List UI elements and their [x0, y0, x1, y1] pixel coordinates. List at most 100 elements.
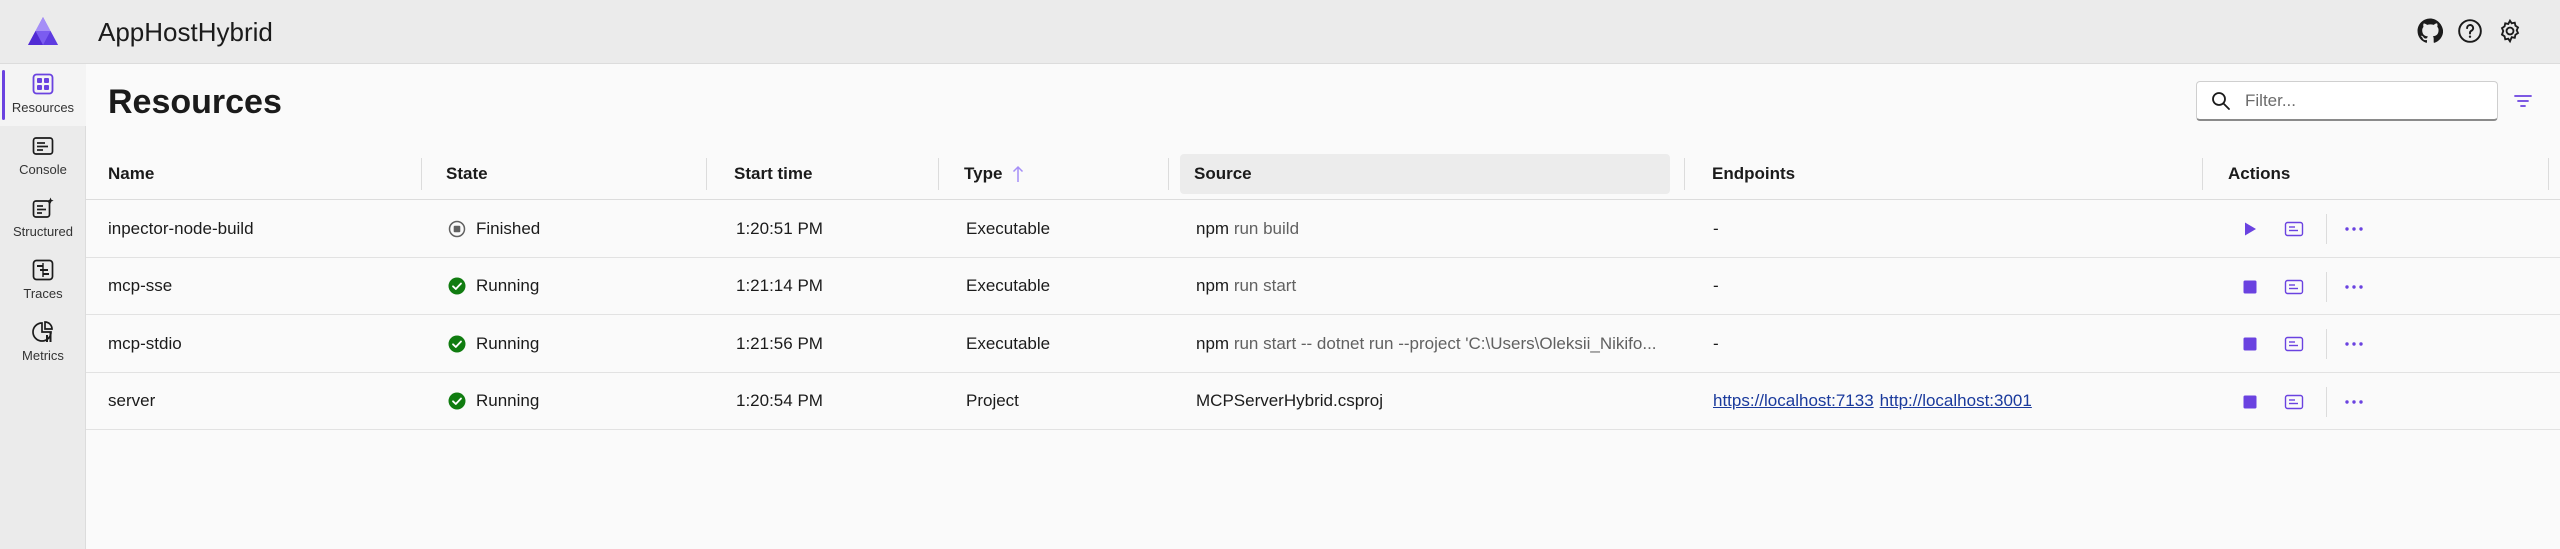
column-resize-handle[interactable] — [2548, 158, 2549, 190]
table-row[interactable]: inpector-node-build Finished 1:20:51 PM … — [86, 200, 2560, 258]
source-command: npm — [1196, 276, 1230, 295]
resources-grid-icon — [29, 70, 57, 98]
console-logs-button[interactable] — [2282, 275, 2306, 299]
column-resize-handle[interactable] — [1168, 158, 1169, 190]
running-check-icon — [448, 392, 466, 410]
source-args: run start -- dotnet run --project 'C:\Us… — [1233, 333, 1657, 353]
column-resize-handle[interactable] — [1684, 158, 1685, 190]
state-label: Running — [476, 391, 540, 410]
start-time: 1:20:51 PM — [736, 218, 823, 238]
column-header-source[interactable]: Source — [1180, 154, 1670, 194]
settings-gear-icon[interactable] — [2495, 16, 2525, 46]
column-resize-handle[interactable] — [2202, 158, 2203, 190]
traces-icon — [29, 256, 57, 284]
sidebar-item-label: Metrics — [22, 348, 64, 363]
action-divider — [2326, 271, 2327, 302]
source-cell: npm run start — [1196, 258, 1672, 315]
main-content: Resources Name State Start time Type Sou… — [86, 64, 2560, 549]
console-logs-button[interactable] — [2282, 217, 2306, 241]
state-cell: Finished — [448, 200, 540, 257]
resource-name: mcp-stdio — [108, 333, 182, 353]
column-header-type[interactable]: Type — [964, 148, 1024, 200]
top-header: AppHostHybrid — [0, 0, 2560, 64]
running-check-icon — [448, 335, 466, 353]
more-actions-button[interactable] — [2342, 332, 2366, 356]
endpoint-none: - — [1713, 276, 1719, 295]
action-divider — [2326, 386, 2327, 417]
sidebar-item-label: Console — [19, 162, 67, 177]
filter-options-icon[interactable] — [2512, 90, 2534, 112]
sidebar-item-label: Traces — [23, 286, 63, 301]
search-icon — [2211, 91, 2231, 111]
table-row[interactable]: server Running 1:20:54 PM Project MCPSer… — [86, 373, 2560, 430]
state-cell: Running — [448, 373, 539, 430]
column-header-endpoints[interactable]: Endpoints — [1712, 148, 1795, 200]
source-args: run start — [1233, 276, 1297, 295]
resources-table: Name State Start time Type Source Endpoi… — [86, 148, 2560, 430]
structured-logs-icon — [29, 194, 57, 222]
column-resize-handle[interactable] — [938, 158, 939, 190]
help-icon[interactable] — [2455, 16, 2485, 46]
endpoints-cell: https://localhost:7133 http://localhost:… — [1713, 373, 2038, 430]
finished-state-icon — [448, 220, 466, 238]
action-divider — [2326, 329, 2327, 359]
table-row[interactable]: mcp-sse Running 1:21:14 PM Executable np… — [86, 258, 2560, 315]
sidebar-item-traces[interactable]: Traces — [0, 250, 86, 312]
start-resource-button[interactable] — [2238, 217, 2262, 241]
column-header-label: Type — [964, 164, 1003, 183]
sidebar-item-label: Structured — [13, 224, 73, 239]
endpoints-cell: - — [1713, 258, 1719, 315]
page-title: Resources — [108, 83, 282, 121]
resource-name: server — [108, 391, 156, 410]
sidebar-item-label: Resources — [11, 100, 75, 115]
resource-type: Executable — [966, 333, 1051, 353]
source-args: run build — [1233, 218, 1300, 238]
metrics-icon — [29, 318, 57, 346]
start-time: 1:21:56 PM — [736, 333, 823, 353]
sidebar-item-structured[interactable]: Structured — [0, 188, 86, 250]
endpoints-cell: - — [1713, 315, 1719, 372]
more-actions-button[interactable] — [2342, 275, 2366, 299]
sidebar-item-resources[interactable]: Resources — [0, 64, 86, 126]
sidebar-item-console[interactable]: Console — [0, 126, 86, 188]
resource-type: Project — [966, 391, 1019, 410]
source-cell: MCPServerHybrid.csproj — [1196, 373, 1672, 430]
sort-ascending-icon — [1012, 165, 1024, 183]
aspire-logo-icon[interactable] — [27, 16, 59, 46]
source-command: npm — [1196, 333, 1230, 353]
column-resize-handle[interactable] — [421, 158, 422, 190]
action-divider — [2326, 214, 2327, 244]
console-icon — [29, 132, 57, 160]
endpoint-link[interactable]: http://localhost:3001 — [1880, 391, 2032, 411]
state-label: Running — [476, 276, 540, 295]
stop-resource-button[interactable] — [2238, 332, 2262, 356]
source-cell: npm run start -- dotnet run --project 'C… — [1196, 315, 1672, 372]
column-header-state[interactable]: State — [446, 148, 488, 200]
resource-name: inpector-node-build — [108, 218, 254, 238]
resource-type: Executable — [966, 276, 1051, 295]
state-cell: Running — [448, 315, 539, 372]
column-header-start-time[interactable]: Start time — [734, 148, 812, 200]
github-icon[interactable] — [2415, 16, 2445, 46]
table-row[interactable]: mcp-stdio Running 1:21:56 PM Executable … — [86, 315, 2560, 373]
start-time: 1:21:14 PM — [736, 276, 823, 295]
stop-resource-button[interactable] — [2238, 275, 2262, 299]
app-title[interactable]: AppHostHybrid — [98, 16, 273, 48]
state-label: Running — [476, 333, 540, 353]
endpoint-none: - — [1713, 333, 1719, 353]
column-header-name[interactable]: Name — [108, 148, 154, 200]
state-label: Finished — [476, 218, 541, 238]
endpoint-link[interactable]: https://localhost:7133 — [1713, 391, 1874, 411]
start-time: 1:20:54 PM — [736, 391, 823, 410]
more-actions-button[interactable] — [2342, 390, 2366, 414]
console-logs-button[interactable] — [2282, 332, 2306, 356]
filter-field[interactable] — [2196, 81, 2498, 121]
column-resize-handle[interactable] — [706, 158, 707, 190]
sidebar-nav: Resources Console Structured Traces Metr… — [0, 64, 86, 549]
state-cell: Running — [448, 258, 539, 315]
sidebar-item-metrics[interactable]: Metrics — [0, 312, 86, 374]
filter-input[interactable] — [2245, 88, 2485, 114]
stop-resource-button[interactable] — [2238, 390, 2262, 414]
more-actions-button[interactable] — [2342, 217, 2366, 241]
console-logs-button[interactable] — [2282, 390, 2306, 414]
